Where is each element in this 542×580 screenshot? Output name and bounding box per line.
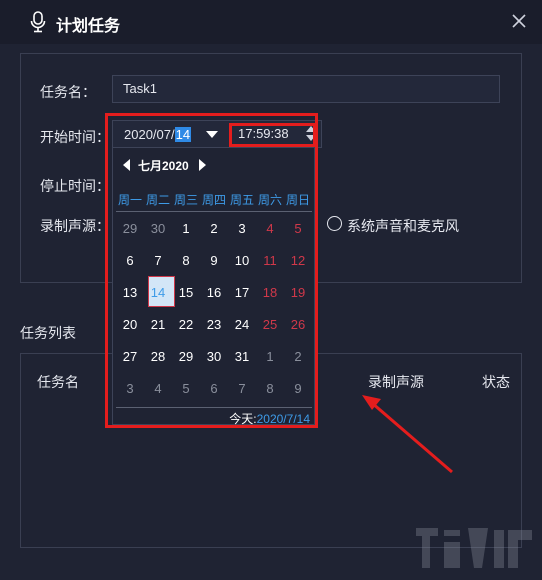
record-source-option-label[interactable]: 系统声音和麦克风 (347, 216, 459, 236)
watermark-logo (416, 528, 532, 568)
window-title: 计划任务 (56, 18, 121, 35)
stop-time-label: 停止时间： (40, 178, 110, 194)
record-source-label: 录制声源： (40, 218, 110, 234)
task-list-title: 任务列表 (20, 325, 76, 341)
microphone-icon (30, 11, 46, 33)
start-time-label: 开始时间： (40, 129, 110, 145)
column-header-name[interactable]: 任务名 (37, 372, 79, 392)
column-header-source[interactable]: 录制声源 (368, 372, 424, 392)
highlight-box-calendar (105, 113, 318, 428)
record-source-radio[interactable] (327, 216, 342, 231)
column-header-status[interactable]: 状态 (482, 372, 510, 392)
task-name-input[interactable]: Task1 (112, 75, 500, 103)
title-bar: 计划任务 (0, 0, 542, 44)
close-icon[interactable] (510, 12, 528, 30)
highlight-box-time (229, 123, 316, 147)
task-name-label: 任务名： (40, 84, 96, 100)
